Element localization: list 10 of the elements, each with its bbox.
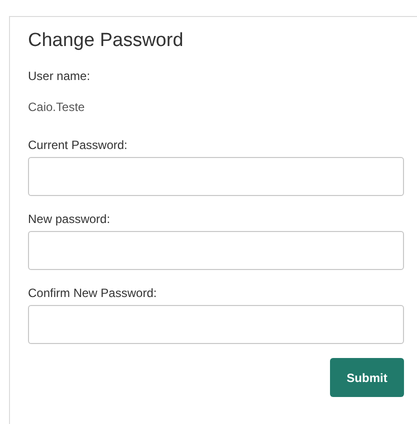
submit-button[interactable]: Submit xyxy=(330,358,404,397)
user-name-label: User name: xyxy=(28,69,92,83)
field-label: Current Password: xyxy=(28,138,128,152)
password-field[interactable] xyxy=(28,231,404,270)
field-label: Confirm New Password: xyxy=(28,286,158,300)
password-field[interactable] xyxy=(28,157,404,196)
password-field[interactable] xyxy=(28,305,404,344)
user-name-value: Caio.Teste xyxy=(28,100,86,114)
field-label: New password: xyxy=(28,212,112,226)
form-title: Change Password xyxy=(28,29,184,53)
